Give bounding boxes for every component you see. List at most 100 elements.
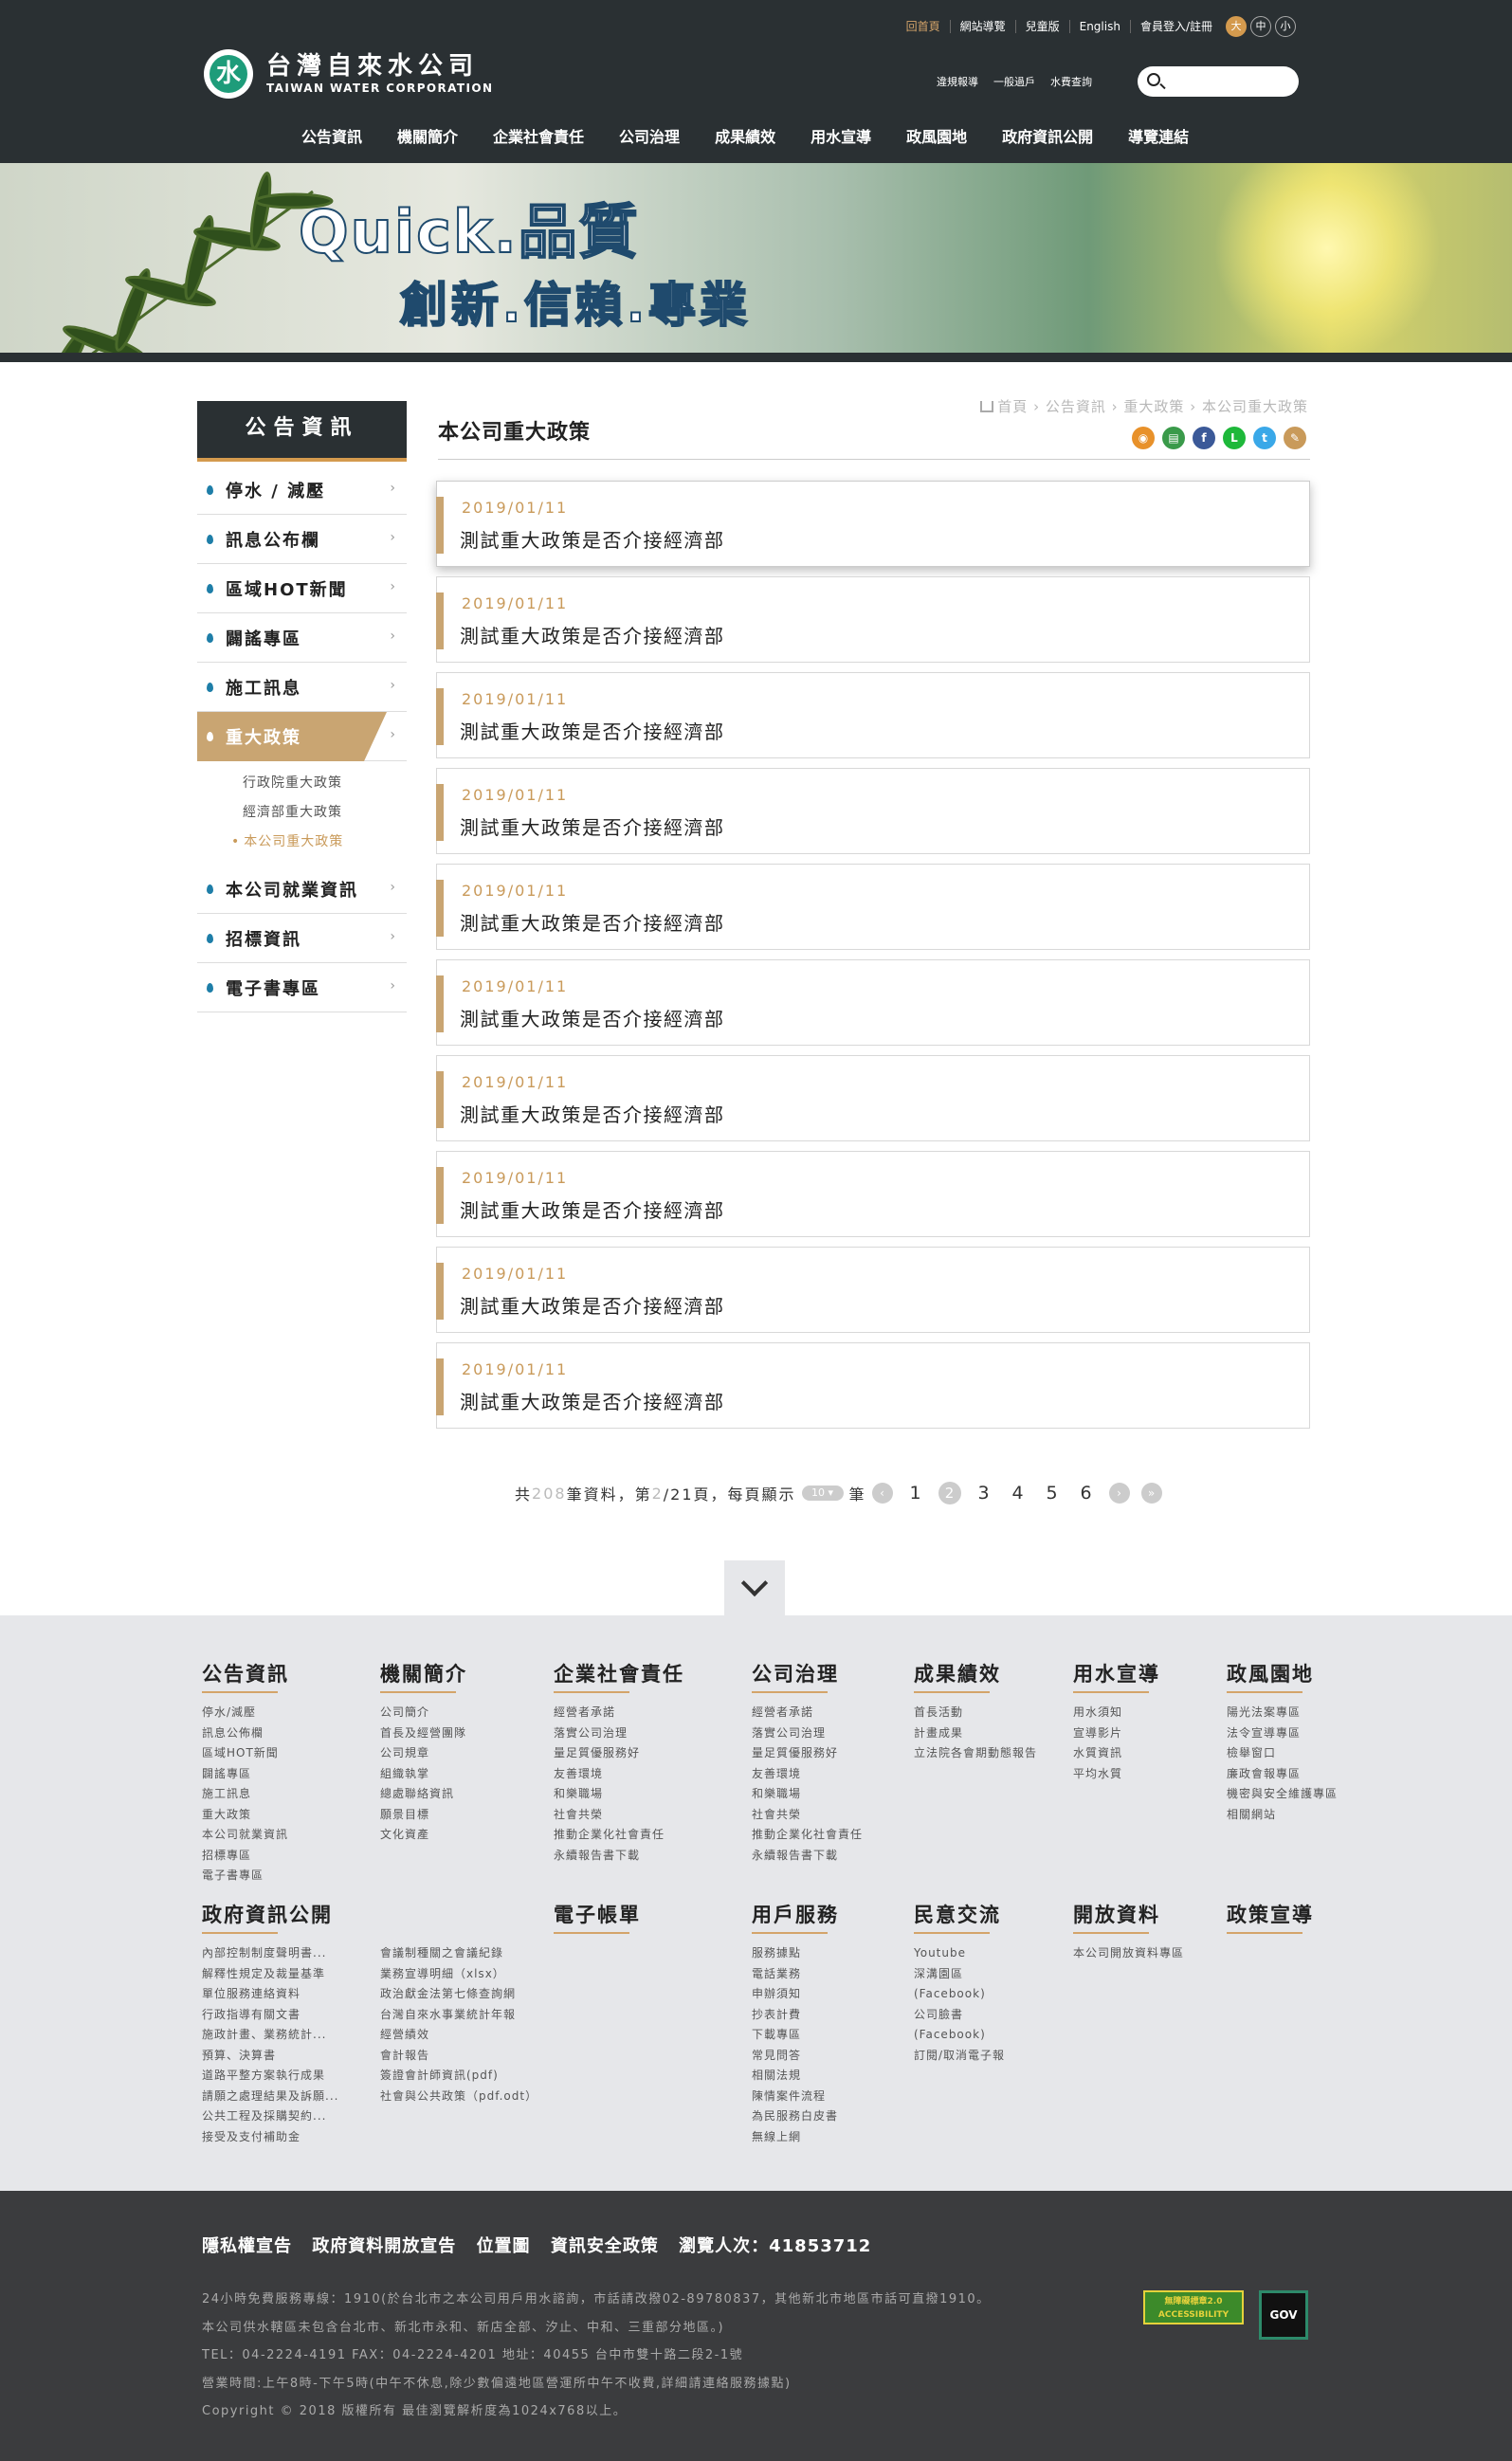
sitemap-link[interactable]: 內部控制制度聲明書... — [202, 1943, 338, 1964]
sitemap-heading[interactable]: 公司治理 — [752, 1659, 863, 1703]
sidebar-item-jobs[interactable]: 本公司就業資訊 › — [197, 865, 407, 914]
sitemap-link[interactable]: 陽光法案專區 — [1227, 1703, 1338, 1723]
sitemap-link[interactable]: 組織執掌 — [380, 1764, 467, 1785]
sitemap-link[interactable]: 抄表計費 — [752, 2005, 839, 2026]
sitemap-heading[interactable]: 政府資訊公開 — [202, 1900, 338, 1943]
list-item[interactable]: 2019/01/11 測試重大政策是否介接經濟部 — [436, 1342, 1310, 1429]
sitemap-link[interactable]: 接受及支付補助金 — [202, 2127, 338, 2148]
sitemap-link[interactable]: 總處聯絡資訊 — [380, 1784, 467, 1805]
sidebar-subitem-moea[interactable]: 經濟部重大政策 — [243, 798, 407, 828]
sitemap-link[interactable]: 區域HOT新聞 — [202, 1743, 289, 1764]
logo[interactable]: 台灣自來水公司 TAIWAN WATER CORPORATION — [204, 47, 498, 100]
sitemap-link[interactable]: 申辦須知 — [752, 1984, 839, 2005]
sitemap-heading[interactable]: 公告資訊 — [202, 1659, 289, 1703]
list-item[interactable]: 2019/01/11 測試重大政策是否介接經濟部 — [436, 1247, 1310, 1333]
sitemap-link[interactable]: 行政指導有關文書 — [202, 2005, 338, 2026]
breadcrumb-home[interactable]: 首頁 — [997, 398, 1028, 415]
list-item[interactable]: 2019/01/11 測試重大政策是否介接經濟部 — [436, 1151, 1310, 1237]
nav-links[interactable]: 導覽連結 — [1113, 123, 1204, 163]
sitemap-link[interactable]: 推動企業化社會責任 — [554, 1825, 684, 1846]
top-link-sitemap[interactable]: 網站導覽 — [951, 20, 1016, 33]
sitemap-link[interactable]: 友善環境 — [554, 1764, 684, 1785]
sitemap-link[interactable]: 為民服務白皮書 — [752, 2106, 839, 2127]
sitemap-link[interactable]: 本公司就業資訊 — [202, 1825, 289, 1846]
sitemap-link[interactable]: 推動企業化社會責任 — [752, 1825, 863, 1846]
top-link-login[interactable]: 會員登入/註冊 — [1131, 20, 1222, 33]
sitemap-link[interactable]: 首長活動 — [914, 1703, 1037, 1723]
sitemap-link[interactable]: 道路平整方案執行成果 — [202, 2066, 338, 2087]
sitemap-link[interactable]: 訊息公佈欄 — [202, 1723, 289, 1744]
sitemap-link[interactable]: 落實公司治理 — [752, 1723, 863, 1744]
news-title[interactable]: 測試重大政策是否介接經濟部 — [460, 1004, 725, 1031]
breadcrumb-announcements[interactable]: 公告資訊 — [1046, 398, 1106, 415]
list-item[interactable]: 2019/01/11 測試重大政策是否介接經濟部 — [436, 959, 1310, 1046]
sitemap-link[interactable]: 用水須知 — [1073, 1703, 1160, 1723]
list-item[interactable]: 2019/01/11 測試重大政策是否介接經濟部 — [436, 481, 1310, 567]
quick-link-bill[interactable]: 水費查詢 — [1050, 74, 1092, 89]
sitemap-heading[interactable]: 開放資料 — [1073, 1900, 1184, 1943]
footer-link-open-data[interactable]: 政府資料開放宣告 — [312, 2236, 456, 2256]
list-item[interactable]: 2019/01/11 測試重大政策是否介接經濟部 — [436, 768, 1310, 854]
sitemap-link[interactable]: 宣導影片 — [1073, 1723, 1160, 1744]
sitemap-link[interactable]: 相關法規 — [752, 2066, 839, 2087]
sitemap-link[interactable]: 立法院各會期動態報告 — [914, 1743, 1037, 1764]
sitemap-heading[interactable]: 用戶服務 — [752, 1900, 839, 1943]
next-page-button[interactable]: › — [1108, 1483, 1130, 1504]
font-size-small-button[interactable]: 小 — [1275, 16, 1296, 37]
nav-about[interactable]: 機關簡介 — [382, 123, 473, 163]
sidebar-item-rumors[interactable]: 闢謠專區 › — [197, 613, 407, 663]
sitemap-link[interactable]: 深溝園區 — [914, 1964, 1005, 1985]
edit-icon[interactable]: ✎ — [1284, 427, 1306, 449]
sitemap-link[interactable]: 經營績效 — [380, 2025, 537, 2046]
news-title[interactable]: 測試重大政策是否介接經濟部 — [460, 717, 725, 744]
news-title[interactable]: 測試重大政策是否介接經濟部 — [460, 621, 725, 648]
font-size-medium-button[interactable]: 中 — [1250, 16, 1271, 37]
sitemap-link[interactable]: Youtube — [914, 1943, 1005, 1964]
search-input[interactable] — [1170, 70, 1289, 93]
sitemap-heading[interactable]: 民意交流 — [914, 1900, 1005, 1943]
sitemap-link[interactable]: 經營者承諾 — [554, 1703, 684, 1723]
sidebar-item-ebooks[interactable]: 電子書專區 › — [197, 963, 407, 1012]
page-number[interactable]: 3 — [973, 1482, 995, 1504]
sitemap-link[interactable]: 政治獻金法第七條查詢網 — [380, 1984, 537, 2005]
sitemap-link[interactable]: 和樂職場 — [752, 1784, 863, 1805]
sitemap-link[interactable]: (Facebook) — [914, 1984, 1005, 2005]
sitemap-link[interactable]: 量足質優服務好 — [752, 1743, 863, 1764]
top-link-kids[interactable]: 兒童版 — [1016, 20, 1070, 33]
page-number[interactable]: 6 — [1075, 1482, 1098, 1504]
sitemap-link[interactable]: 停水/減壓 — [202, 1703, 289, 1723]
sitemap-link[interactable]: (Facebook) — [914, 2025, 1005, 2046]
sitemap-link[interactable]: 平均水質 — [1073, 1764, 1160, 1785]
sitemap-link[interactable]: 簽證會計師資訊(pdf) — [380, 2066, 537, 2087]
sitemap-link[interactable]: 無線上網 — [752, 2127, 839, 2148]
nav-performance[interactable]: 成果績效 — [700, 123, 791, 163]
news-title[interactable]: 測試重大政策是否介接經濟部 — [460, 1387, 725, 1414]
nav-water-usage[interactable]: 用水宣導 — [795, 123, 886, 163]
per-page-select[interactable]: 10 ▾ — [801, 1486, 844, 1501]
sidebar-item-construction[interactable]: 施工訊息 › — [197, 663, 407, 712]
sitemap-link[interactable]: 服務據點 — [752, 1943, 839, 1964]
list-item[interactable]: 2019/01/11 測試重大政策是否介接經濟部 — [436, 672, 1310, 758]
sitemap-link[interactable]: 公司簡介 — [380, 1703, 467, 1723]
sitemap-heading[interactable]: 機關簡介 — [380, 1659, 467, 1703]
sitemap-link[interactable]: 永續報告書下載 — [554, 1846, 684, 1867]
sitemap-link[interactable]: 會計報告 — [380, 2046, 537, 2067]
quick-link-report[interactable]: 違規報導 — [937, 74, 978, 89]
sidebar-item-tenders[interactable]: 招標資訊 › — [197, 914, 407, 963]
sitemap-link[interactable]: 下載專區 — [752, 2025, 839, 2046]
list-item[interactable]: 2019/01/11 測試重大政策是否介接經濟部 — [436, 576, 1310, 663]
sitemap-link[interactable]: 單位服務連絡資料 — [202, 1984, 338, 2005]
sitemap-heading[interactable]: 政策宣導 — [1227, 1900, 1314, 1943]
sidebar-item-hot-news[interactable]: 區域HOT新聞 › — [197, 564, 407, 613]
font-size-large-button[interactable]: 大 — [1226, 16, 1247, 37]
sitemap-link[interactable]: 經營者承諾 — [752, 1703, 863, 1723]
sitemap-link[interactable]: 社會共榮 — [752, 1805, 863, 1826]
sidebar-subitem-company[interactable]: 本公司重大政策 — [243, 828, 407, 857]
sitemap-link[interactable]: 陳情案件流程 — [752, 2087, 839, 2107]
page-number-current[interactable]: 2 — [938, 1482, 961, 1504]
sitemap-link[interactable]: 台灣自來水事業統計年報 — [380, 2005, 537, 2026]
news-title[interactable]: 測試重大政策是否介接經濟部 — [460, 525, 725, 553]
sitemap-link[interactable]: 招標專區 — [202, 1846, 289, 1867]
sidebar-item-bulletin[interactable]: 訊息公布欄 › — [197, 515, 407, 564]
quick-link-transfer[interactable]: 一般過戶 — [993, 74, 1035, 89]
